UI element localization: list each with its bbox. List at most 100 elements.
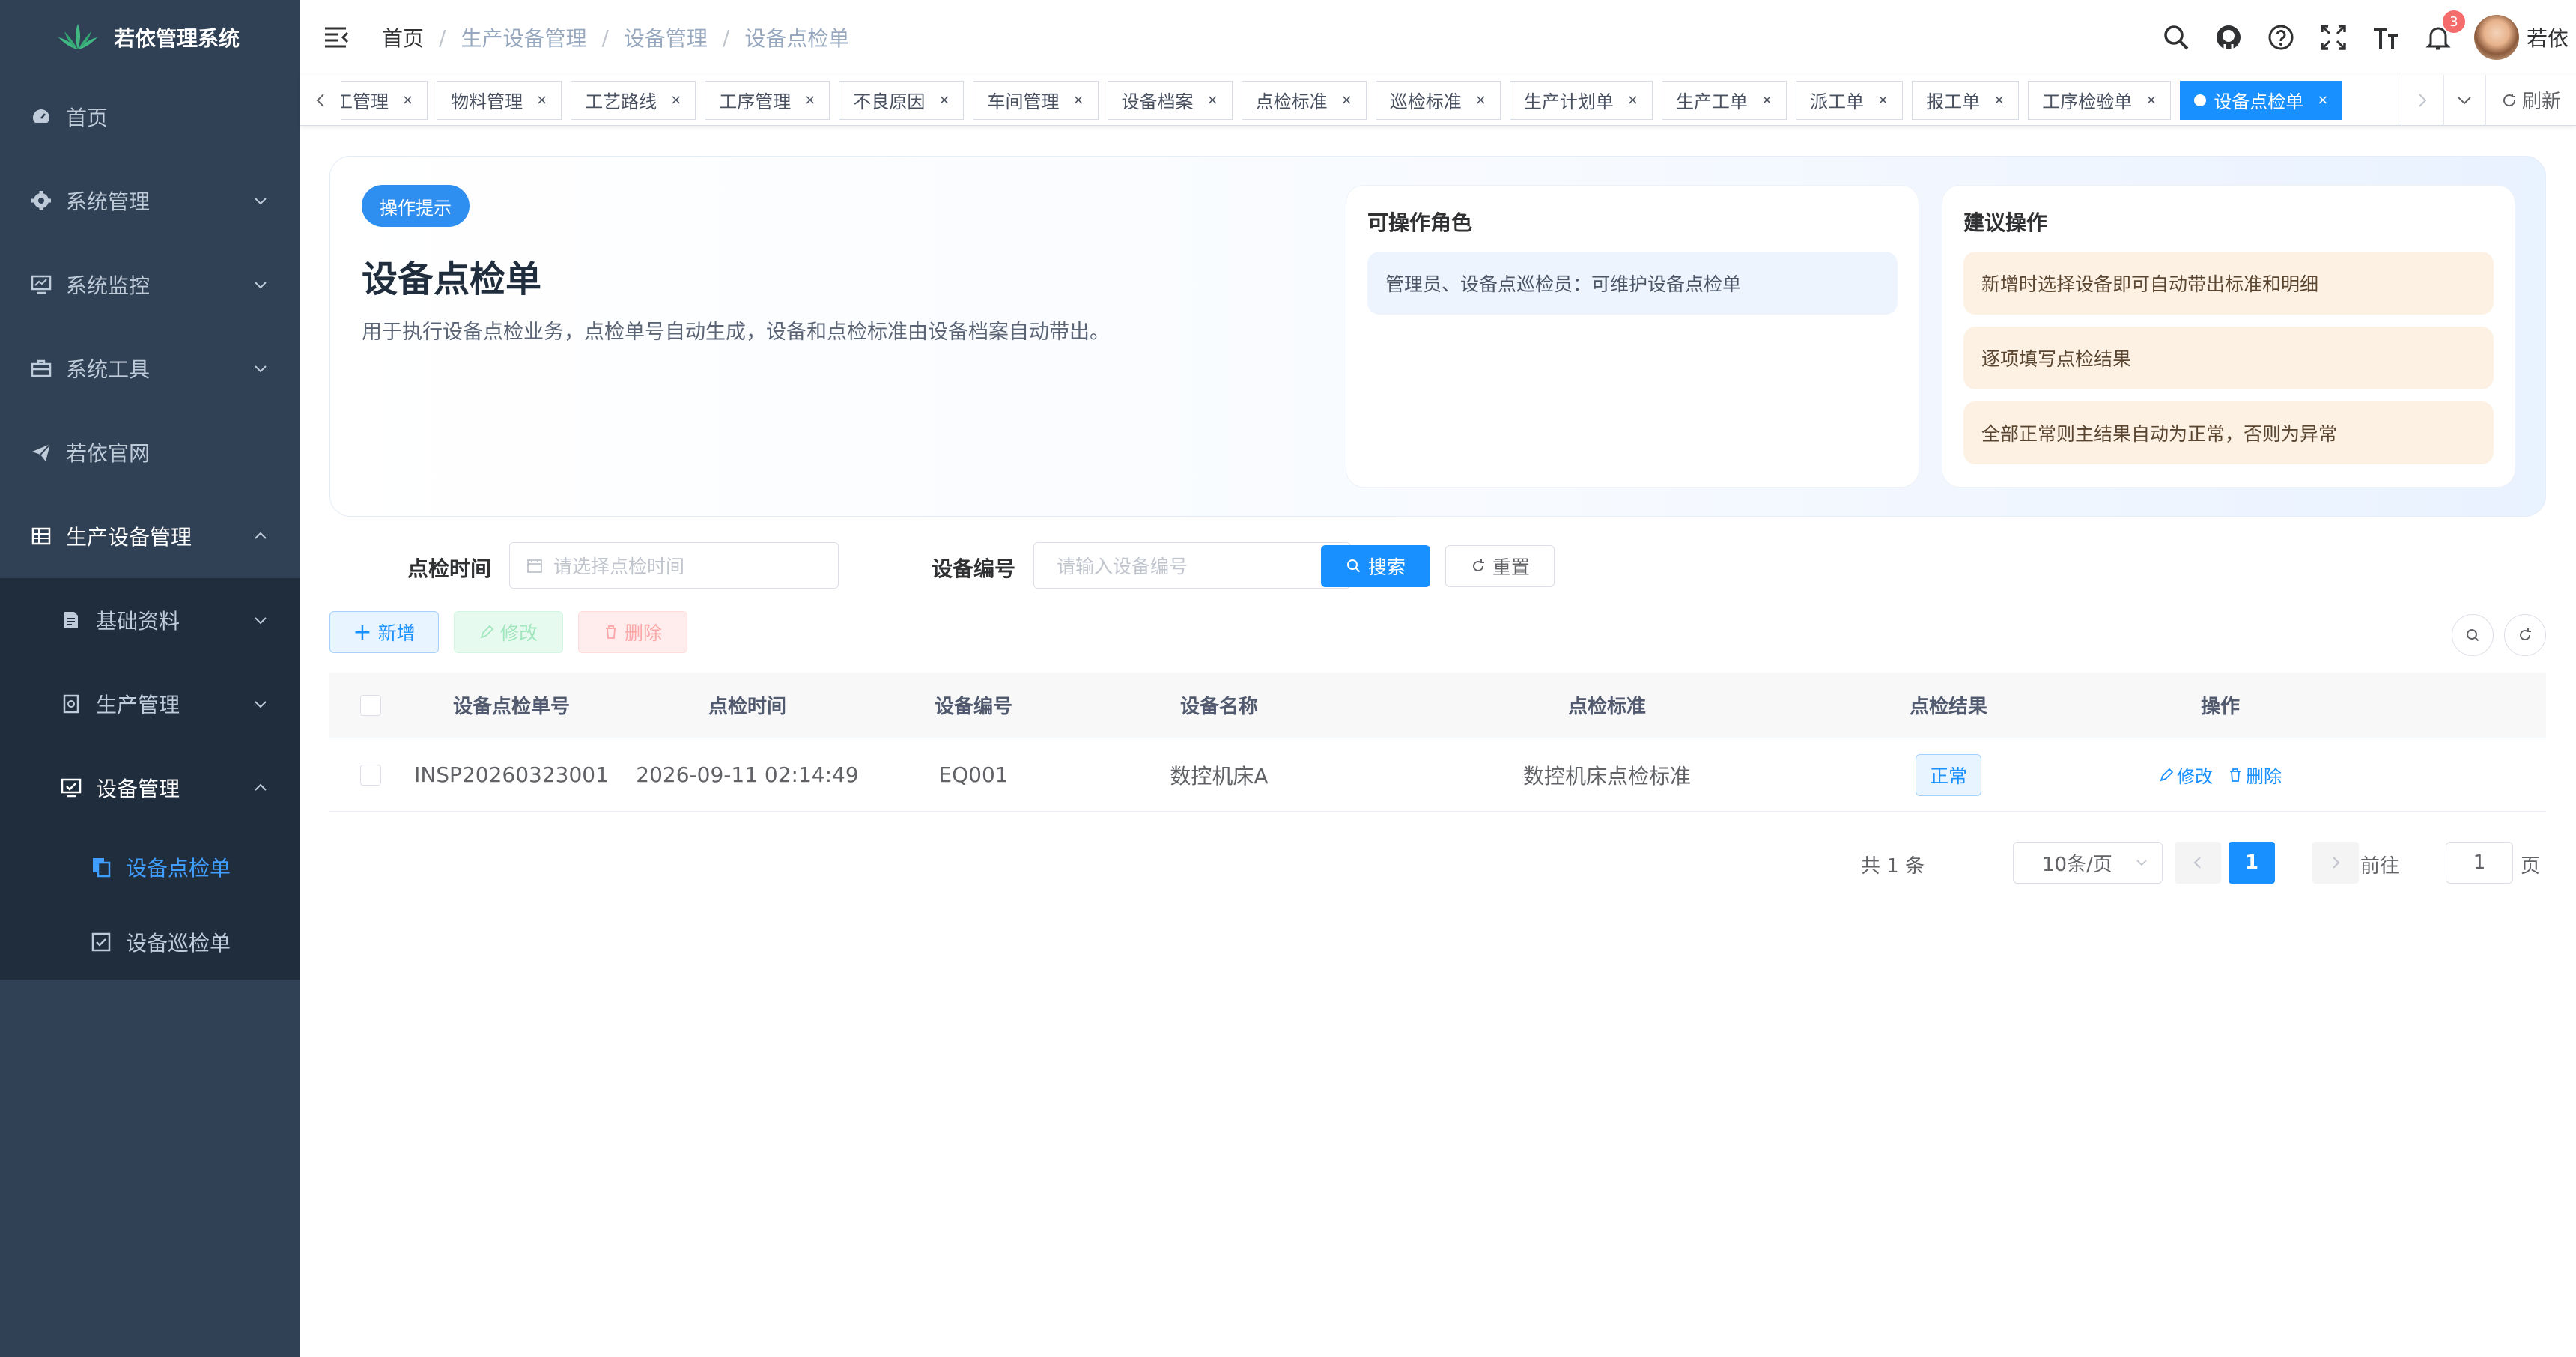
tag-equipment-inspection[interactable]: 设备点检单 ×	[2180, 80, 2343, 120]
sidebar-item-system[interactable]: 系统管理	[0, 159, 300, 243]
close-icon[interactable]: ×	[1993, 92, 2005, 108]
close-icon[interactable]: ×	[1072, 92, 1084, 108]
close-icon[interactable]: ×	[2317, 92, 2328, 108]
sidebar-item-basic-data[interactable]: 基础资料	[0, 578, 300, 662]
sidebar-item-production-mgmt[interactable]: 生产管理	[0, 662, 300, 746]
tag-label: 物料管理	[451, 91, 523, 112]
cell-order-no: INSP20260323001	[414, 762, 609, 787]
next-page-button[interactable]	[2312, 842, 2359, 884]
close-icon[interactable]: ×	[804, 92, 815, 108]
sidebar-item-tools[interactable]: 系统工具	[0, 327, 300, 410]
prev-page-button[interactable]	[2175, 842, 2221, 884]
tag-work-order[interactable]: 生产工单 ×	[1661, 80, 1787, 120]
tag-process[interactable]: 工序管理 ×	[705, 80, 830, 120]
github-icon[interactable]	[2212, 21, 2245, 54]
sidebar-item-label: 系统工具	[66, 357, 151, 382]
chevron-down-icon	[255, 701, 267, 708]
search-icon[interactable]	[2160, 21, 2193, 54]
search-button[interactable]: 搜索	[1321, 545, 1430, 587]
tag-inspection-standard[interactable]: 点检标准 ×	[1241, 80, 1367, 120]
tag-label: 工序检验单	[2042, 91, 2133, 112]
sidebar-item-inspection-order[interactable]: 设备点检单	[0, 830, 300, 905]
tag-report[interactable]: 报工单 ×	[1912, 80, 2020, 120]
tag-defect[interactable]: 不良原因 ×	[839, 80, 965, 120]
tag-equipment-archive[interactable]: 设备档案 ×	[1107, 80, 1233, 120]
close-icon[interactable]: ×	[1341, 92, 1352, 108]
cell-equipment-name: 数控机床A	[1170, 763, 1269, 789]
close-icon[interactable]: ×	[938, 92, 950, 108]
tag-label: 设备点检单	[2214, 91, 2304, 112]
close-icon[interactable]: ×	[2145, 92, 2157, 108]
inspection-time-picker[interactable]: 请选择点检时间	[509, 542, 839, 589]
sidebar-item-monitor[interactable]: 系统监控	[0, 243, 300, 327]
table-icon	[30, 525, 52, 547]
close-icon[interactable]: ×	[670, 92, 681, 108]
cell-inspection-time: 2026-09-11 02:14:49	[636, 762, 859, 787]
avatar[interactable]	[2473, 15, 2519, 60]
tags-dropdown-button[interactable]	[2443, 74, 2485, 126]
table-row[interactable]: INSP20260323001 2026-09-11 02:14:49 EQ00…	[329, 738, 2546, 812]
operation-item: 逐项填写点检结果	[1963, 327, 2494, 389]
reset-button[interactable]: 重置	[1445, 545, 1555, 587]
close-icon[interactable]: ×	[536, 92, 547, 108]
row-delete-link[interactable]: 删除	[2228, 762, 2282, 788]
tag-dispatch[interactable]: 派工单 ×	[1796, 80, 1904, 120]
tag-material[interactable]: 物料管理 ×	[437, 80, 562, 120]
chevron-down-icon	[255, 617, 267, 625]
page-description: 用于执行设备点检业务，点检单号自动生成，设备和点检标准由设备档案自动带出。	[362, 321, 1110, 344]
select-all-checkbox[interactable]	[360, 694, 381, 716]
sidebar-item-equipment-mgmt[interactable]: 设备管理	[0, 746, 300, 830]
tag-employee[interactable]: 员工管理 ×	[341, 80, 428, 120]
chevron-down-icon	[255, 282, 267, 289]
refresh-table-button[interactable]	[2504, 614, 2546, 656]
page-jump-input[interactable]: 1	[2446, 842, 2513, 884]
delete-button[interactable]: 删除	[578, 611, 687, 653]
toggle-search-button[interactable]	[2452, 614, 2494, 656]
help-icon[interactable]	[2264, 21, 2297, 54]
sidebar-item-label: 系统监控	[66, 273, 151, 298]
tag-label: 工艺路线	[585, 91, 657, 112]
close-icon[interactable]: ×	[1877, 92, 1889, 108]
hamburger-icon[interactable]	[322, 22, 352, 52]
page-number[interactable]: 1	[2229, 842, 2275, 884]
tag-route[interactable]: 工艺路线 ×	[571, 80, 696, 120]
equipment-code-placeholder: 请输入设备编号	[1057, 556, 1188, 577]
close-icon[interactable]: ×	[1627, 92, 1638, 108]
equipment-code-input[interactable]: 请输入设备编号	[1033, 542, 1351, 589]
refresh-icon	[2520, 628, 2531, 640]
tags-scroll-left-button[interactable]	[300, 75, 341, 126]
font-size-icon[interactable]	[2369, 21, 2402, 54]
tag-process-inspection[interactable]: 工序检验单 ×	[2028, 80, 2172, 120]
close-icon[interactable]: ×	[402, 92, 413, 108]
tag-patrol-standard[interactable]: 巡检标准 ×	[1375, 80, 1501, 120]
username[interactable]: 若依	[2527, 22, 2569, 52]
close-icon[interactable]: ×	[1761, 92, 1772, 108]
sidebar-item-patrol-order[interactable]: 设备巡检单	[0, 905, 300, 980]
column-header: 设备名称	[1179, 696, 1258, 718]
edit-button[interactable]: 修改	[454, 611, 563, 653]
breadcrumb-item[interactable]: 首页	[382, 22, 424, 52]
sidebar-item-label: 基础资料	[96, 609, 180, 634]
send-icon	[30, 441, 52, 464]
refresh-button[interactable]: 刷新	[2485, 74, 2576, 126]
logo[interactable]: 若依管理系统	[0, 0, 300, 75]
bell-icon[interactable]: 3	[2422, 10, 2465, 54]
close-icon[interactable]: ×	[1207, 92, 1218, 108]
sidebar-item-label: 若依官网	[66, 441, 151, 466]
sidebar-item-home[interactable]: 首页	[0, 75, 300, 159]
add-button[interactable]: + 新增	[329, 611, 439, 653]
close-icon[interactable]: ×	[1475, 92, 1486, 108]
roles-card: 可操作角色 管理员、设备点巡检员：可维护设备点检单	[1346, 185, 1919, 488]
row-edit-link[interactable]: 修改	[2159, 762, 2213, 788]
fullscreen-icon[interactable]	[2317, 21, 2350, 54]
pagination-total: 共 1 条	[1860, 855, 1925, 878]
row-checkbox[interactable]	[360, 764, 381, 786]
tag-workshop[interactable]: 车间管理 ×	[973, 80, 1099, 120]
tags-scroll-right-button[interactable]	[2401, 74, 2443, 126]
help-pill: 操作提示	[362, 185, 470, 227]
page-size-select[interactable]: 10条/页	[2013, 842, 2163, 884]
tag-production-plan[interactable]: 生产计划单 ×	[1509, 80, 1653, 120]
main-content: 操作提示 设备点检单 用于执行设备点检业务，点检单号自动生成，设备和点检标准由设…	[329, 156, 2546, 917]
sidebar-item-website[interactable]: 若依官网	[0, 410, 300, 494]
sidebar-item-production[interactable]: 生产设备管理	[0, 494, 300, 578]
